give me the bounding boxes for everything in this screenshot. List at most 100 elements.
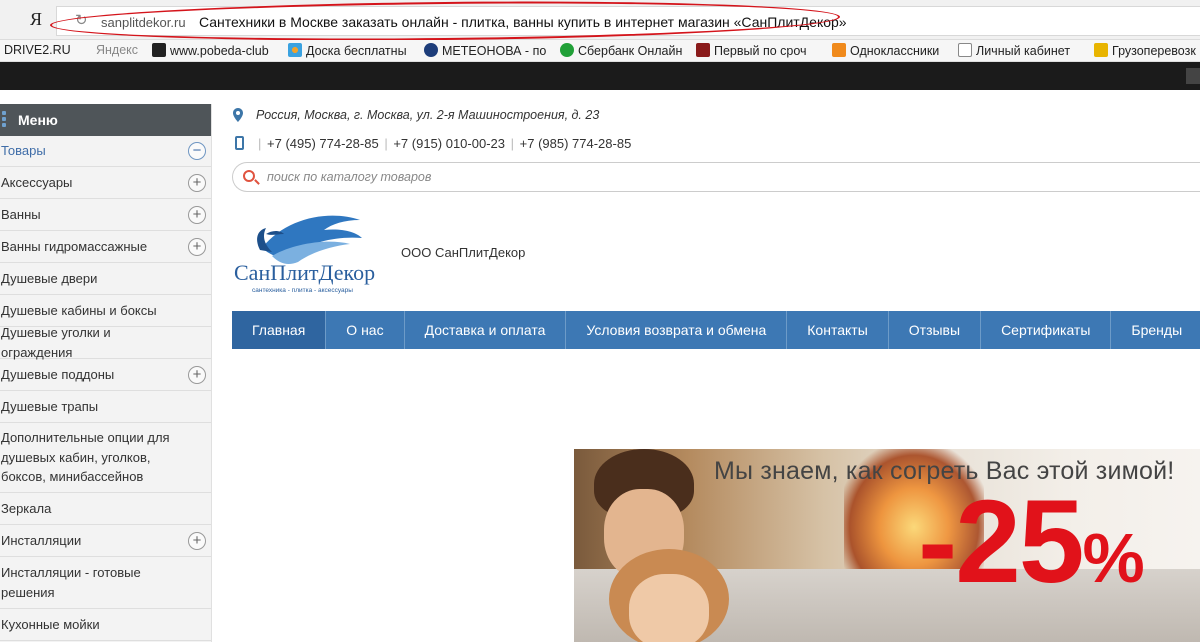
- address-text: Россия, Москва, г. Москва, ул. 2-я Машин…: [256, 108, 600, 122]
- sidebar-item-label: Ванны: [1, 206, 41, 222]
- bookmark-yandex[interactable]: Яндекс: [80, 43, 138, 57]
- expand-icon[interactable]: +: [188, 237, 206, 256]
- mail-icon: [832, 43, 846, 57]
- bookmark-lichniy-kabinet[interactable]: Личный кабинет: [958, 43, 1070, 58]
- bookmark-label: Первый по сроч: [714, 44, 807, 58]
- bookmark-label: Одноклассники: [850, 44, 940, 58]
- bookmark-sberbank[interactable]: Сбербанк Онлайн: [560, 43, 682, 58]
- expand-icon[interactable]: +: [188, 205, 206, 224]
- bookmark-perviy[interactable]: Первый по сроч: [696, 43, 807, 58]
- nav-delivery[interactable]: Доставка и оплата: [405, 311, 567, 349]
- sidebar-item-label: Аксессуары: [1, 174, 73, 190]
- sidebar-item-kuhonnye-moyki[interactable]: Кухонные мойки: [0, 609, 211, 641]
- catalog-search-input[interactable]: поиск по каталогу товаров: [232, 162, 1200, 192]
- address-bar[interactable]: ↻ sanplitdekor.ru Сантехники в Москве за…: [56, 6, 1200, 36]
- company-logo[interactable]: СанПлитДекор сантехника - плитка - аксес…: [232, 208, 387, 298]
- discount-value: -25: [918, 476, 1085, 608]
- sidebar-item-label: Товары: [1, 143, 46, 159]
- bookmark-drive2[interactable]: DRIVE2.RU: [4, 43, 71, 57]
- bookmark-doska[interactable]: Доска бесплатны: [288, 43, 407, 58]
- promo-banner[interactable]: Мы знаем, как согреть Вас этой зимой! -2…: [574, 449, 1200, 642]
- sidebar-item-label: Душевые трапы: [1, 398, 99, 414]
- bookmark-gruzoperevozki[interactable]: Грузоперевозк: [1094, 43, 1196, 58]
- phone-2[interactable]: +7 (915) 010-00-23: [393, 136, 505, 151]
- perviy-icon: [696, 43, 710, 57]
- sidebar-item-installyacii[interactable]: Инсталляции +: [0, 525, 211, 557]
- sidebar-item-dushevye-poddony[interactable]: Душевые поддоны +: [0, 359, 211, 391]
- main-nav: Главная О нас Доставка и оплата Условия …: [232, 311, 1200, 349]
- sidebar-item-label: Кухонные мойки: [1, 616, 100, 632]
- warning-icon: [1094, 43, 1108, 57]
- sidebar-menu: Меню Товары − Аксессуары + Ванны + Ванны ги…: [0, 104, 212, 642]
- page-icon: [958, 43, 972, 57]
- logo-text: СанПлитДекор: [234, 260, 375, 285]
- menu-icon: [2, 111, 6, 129]
- nav-home[interactable]: Главная: [232, 311, 327, 349]
- reload-icon[interactable]: ↻: [75, 11, 88, 29]
- location-pin-icon: [233, 108, 243, 122]
- nav-about[interactable]: О нас: [326, 311, 405, 349]
- phone-list: | +7 (495) 774-28-85 | +7 (915) 010-00-2…: [256, 136, 631, 151]
- sidebar-item-label: Душевые кабины и боксы: [1, 302, 157, 318]
- separator: |: [510, 136, 515, 151]
- collapse-icon[interactable]: −: [188, 142, 206, 160]
- bookmarks-bar: DRIVE2.RU Яндекс www.pobeda-club Доска б…: [0, 40, 1200, 62]
- bookmark-label: www.pobeda-club: [170, 44, 269, 58]
- nav-brands[interactable]: Бренды: [1111, 311, 1200, 349]
- site-top-bar: [0, 62, 1200, 90]
- sidebar-item-label: Душевые поддоны: [1, 366, 115, 382]
- phone-3[interactable]: +7 (985) 774-28-85: [520, 136, 632, 151]
- logo-tagline: сантехника - плитка - аксессуары: [252, 287, 353, 294]
- company-name: ООО СанПлитДекор: [401, 245, 526, 260]
- expand-icon[interactable]: +: [188, 531, 206, 550]
- bookmark-label: Сбербанк Онлайн: [578, 44, 683, 58]
- woman-face-image: [629, 574, 709, 642]
- sidebar-item-label: Ванны гидромассажные: [1, 238, 148, 254]
- banner-discount: -25%: [918, 483, 1145, 601]
- phone-icon: [235, 136, 244, 150]
- separator: |: [258, 136, 262, 151]
- sberbank-icon: [560, 43, 574, 57]
- nav-returns[interactable]: Условия возврата и обмена: [566, 311, 788, 349]
- sidebar-item-label: Инсталляции - готовые решения: [1, 565, 141, 600]
- nav-certificates[interactable]: Сертификаты: [981, 311, 1112, 349]
- bookmark-label: МЕТЕОНОВА - по: [442, 44, 547, 58]
- menu-title: Меню: [18, 112, 58, 128]
- bookmark-meteonova[interactable]: МЕТЕОНОВА - по: [424, 43, 546, 58]
- bookmark-label: Доска бесплатны: [306, 44, 407, 58]
- sidebar-item-zerkala[interactable]: Зеркала: [0, 493, 211, 525]
- sidebar-item-label: Душевые уголки и ограждения: [1, 325, 111, 360]
- yandex-logo-icon[interactable]: Я: [30, 9, 42, 30]
- bookmark-label: Грузоперевозк: [1112, 44, 1196, 58]
- sidebar-item-label: Зеркала: [1, 500, 52, 516]
- nav-contacts[interactable]: Контакты: [787, 311, 889, 349]
- address-domain: sanplitdekor.ru: [101, 15, 186, 30]
- phone-1[interactable]: +7 (495) 774-28-85: [267, 136, 379, 151]
- page-title-in-address: Сантехники в Москве заказать онлайн - пл…: [199, 14, 847, 30]
- scrollbar-handle[interactable]: [1186, 68, 1200, 84]
- sidebar-item-dopolnitelnye-opcii[interactable]: Дополнительные опции для душевых кабин, …: [0, 423, 211, 493]
- discount-percent: %: [1082, 519, 1145, 597]
- sidebar-item-dushevye-trapy[interactable]: Душевые трапы: [0, 391, 211, 423]
- bookmark-odnoklassniki[interactable]: Одноклассники: [832, 43, 939, 58]
- meteonova-icon: [424, 43, 438, 57]
- expand-icon[interactable]: +: [188, 365, 206, 384]
- sidebar-item-vanny[interactable]: Ванны +: [0, 199, 211, 231]
- sidebar-item-dushevye-ugolki[interactable]: Душевые уголки и ограждения: [0, 325, 211, 360]
- sidebar-item-label: Душевые двери: [1, 270, 98, 286]
- browser-toolbar: Я ↻ sanplitdekor.ru Сантехники в Москве …: [0, 0, 1200, 45]
- expand-icon[interactable]: +: [188, 173, 206, 192]
- sidebar-item-dushevye-dveri[interactable]: Душевые двери: [0, 263, 211, 295]
- bookmark-pobeda[interactable]: www.pobeda-club: [152, 43, 269, 58]
- doska-icon: [288, 43, 302, 57]
- search-placeholder: поиск по каталогу товаров: [267, 170, 432, 184]
- sidebar-item-vanny-gidromassazhnye[interactable]: Ванны гидромассажные +: [0, 231, 211, 263]
- nav-reviews[interactable]: Отзывы: [889, 311, 982, 349]
- sidebar-item-label: Дополнительные опции для душевых кабин, …: [1, 430, 170, 485]
- sidebar-item-tovary[interactable]: Товары −: [0, 136, 211, 167]
- search-icon[interactable]: [243, 170, 255, 182]
- menu-header[interactable]: Меню: [0, 104, 211, 136]
- sidebar-item-aksessuary[interactable]: Аксессуары +: [0, 167, 211, 199]
- bookmark-label: Личный кабинет: [976, 44, 1071, 58]
- sidebar-item-installyacii-gotovye[interactable]: Инсталляции - готовые решения: [0, 557, 211, 609]
